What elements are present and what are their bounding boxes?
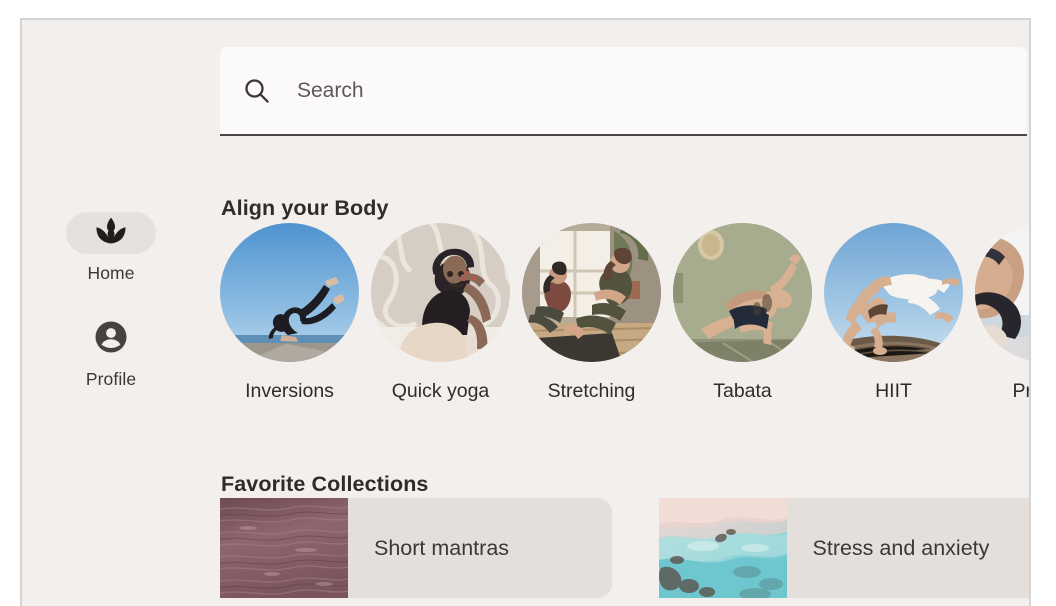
category-label-pre-natal: Pre-nat xyxy=(1012,380,1029,402)
category-label-quick-yoga: Quick yoga xyxy=(391,380,490,402)
sidebar-item-home-label: Home xyxy=(87,263,135,283)
category-label-tabata: Tabata xyxy=(713,380,772,402)
lotus-icon xyxy=(95,216,127,251)
search-field[interactable] xyxy=(220,47,1027,136)
sidebar-item-profile-pill xyxy=(66,318,156,360)
sidebar-item-home[interactable]: Home xyxy=(22,212,200,284)
collection-card-stress-and-anxiety[interactable]: Stress and anxiety xyxy=(658,498,1029,598)
category-label-hiit: HIIT xyxy=(875,380,912,402)
sidebar-item-profile-label: Profile xyxy=(85,369,137,389)
search-input[interactable] xyxy=(297,78,977,103)
category-item-stretching[interactable]: Stretching xyxy=(522,223,661,415)
collection-thumb-short-mantras xyxy=(220,498,348,598)
category-item-tabata[interactable]: Tabata xyxy=(673,223,812,415)
category-thumb-stretching xyxy=(522,223,661,362)
section-title-favorite-collections: Favorite Collections xyxy=(221,471,429,496)
category-label-inversions: Inversions xyxy=(245,380,334,402)
category-thumb-pre-natal xyxy=(975,223,1029,362)
category-label-stretching: Stretching xyxy=(547,380,636,402)
sidebar-item-home-pill xyxy=(66,212,156,254)
category-item-quick-yoga[interactable]: Quick yoga xyxy=(371,223,510,415)
category-item-pre-natal[interactable]: Pre-nat xyxy=(975,223,1029,415)
sidebar-item-profile[interactable]: Profile xyxy=(22,318,200,390)
category-item-hiit[interactable]: HIIT xyxy=(824,223,963,415)
collection-label-stress-and-anxiety: Stress and anxiety xyxy=(812,535,990,560)
section-title-align-body: Align your Body xyxy=(221,195,389,220)
collection-card-short-mantras[interactable]: Short mantras xyxy=(220,498,612,598)
category-thumb-inversions xyxy=(220,223,359,362)
main-content: Align your Body xyxy=(200,20,1029,606)
category-carousel[interactable]: Inversions Quick yoga Stretching Tabata … xyxy=(220,223,1029,415)
collection-label-short-mantras: Short mantras xyxy=(374,535,510,560)
sidebar: Home Profile xyxy=(22,20,200,606)
search-icon xyxy=(241,76,271,106)
category-thumb-hiit xyxy=(824,223,963,362)
collection-thumb-stress-and-anxiety xyxy=(658,498,787,598)
person-icon xyxy=(94,320,128,359)
category-thumb-quick-yoga xyxy=(371,223,510,362)
collections-list: Short mantras Stress and anxiety xyxy=(220,498,1029,598)
category-thumb-tabata xyxy=(673,223,812,362)
category-item-inversions[interactable]: Inversions xyxy=(220,223,359,415)
app-window: Home Profile Search Align your Body Inve… xyxy=(20,18,1031,606)
